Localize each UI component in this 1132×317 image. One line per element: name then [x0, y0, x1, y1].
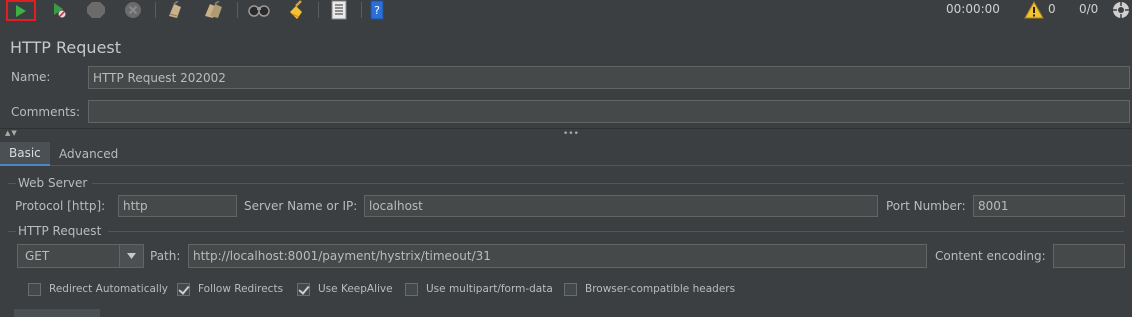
warning-indicator[interactable] — [1023, 0, 1045, 20]
use-keepalive-checkbox[interactable]: Use KeepAlive — [297, 282, 393, 296]
stop-icon — [87, 2, 105, 18]
comments-label: Comments: — [11, 105, 81, 119]
protocol-label: Protocol [http]: — [15, 199, 106, 213]
http-request-title: HTTP Request — [18, 224, 102, 238]
port-number-label: Port Number: — [886, 199, 966, 213]
checkbox-label: Follow Redirects — [198, 283, 284, 295]
checkbox-box[interactable] — [564, 282, 577, 296]
remote-button[interactable] — [1110, 0, 1132, 20]
search-button[interactable] — [247, 0, 271, 20]
clear-icon — [169, 1, 181, 18]
name-field[interactable]: HTTP Request 202002 — [88, 66, 1130, 89]
name-label: Name: — [11, 70, 51, 84]
function-helper-icon — [331, 0, 347, 20]
start-no-pauses-button[interactable] — [48, 0, 70, 20]
warning-icon — [1024, 1, 1044, 19]
checkbox-box[interactable] — [297, 282, 310, 296]
checkbox-box[interactable] — [177, 282, 190, 296]
start-button[interactable] — [6, 0, 36, 21]
toolbar-separator — [155, 2, 156, 18]
splitter[interactable]: ▲▼ ••• — [0, 128, 1132, 140]
reset-search-button[interactable] — [284, 0, 308, 20]
checkbox-box[interactable] — [405, 282, 418, 296]
path-field[interactable]: http://localhost:8001/payment/hystrix/ti… — [188, 244, 927, 268]
checkbox-label: Browser-compatible headers — [585, 283, 736, 295]
group-border — [92, 183, 1124, 184]
thread-count: 0/0 — [1079, 2, 1099, 16]
warning-count: 0 — [1048, 2, 1056, 16]
shutdown-icon — [125, 2, 141, 18]
elapsed-timer: 00:00:00 — [946, 2, 1000, 16]
toolbar-separator — [318, 2, 319, 18]
checkbox-label: Use multipart/form-data — [426, 283, 553, 295]
stop-button[interactable] — [84, 0, 108, 20]
server-name-field[interactable]: localhost — [364, 195, 878, 217]
clear-all-button[interactable] — [201, 0, 225, 20]
group-border — [8, 231, 16, 232]
page-title: HTTP Request — [10, 38, 122, 57]
method-value: GET — [25, 249, 50, 263]
reset-search-icon — [290, 0, 302, 19]
method-select[interactable]: GET — [17, 244, 144, 268]
group-border — [8, 183, 16, 184]
toolbar-separator — [361, 2, 362, 18]
comments-field[interactable] — [88, 100, 1130, 123]
redirect-automatically-checkbox[interactable]: Redirect Automatically — [28, 282, 168, 296]
tab-strip: Basic Advanced — [0, 142, 1132, 166]
content-encoding-label: Content encoding: — [935, 249, 1046, 263]
group-border — [108, 231, 1124, 232]
splitter-arrows-icon[interactable]: ▲▼ — [5, 129, 18, 137]
parameters-tab-partial[interactable] — [14, 309, 100, 317]
server-name-label: Server Name or IP: — [244, 199, 358, 213]
tab-basic[interactable]: Basic — [0, 142, 50, 166]
protocol-field[interactable]: http — [118, 195, 237, 217]
dropdown-arrow[interactable] — [119, 245, 143, 267]
start-icon — [16, 4, 26, 17]
help-button[interactable]: ? — [367, 0, 387, 20]
toolbar-separator — [237, 2, 238, 18]
tab-advanced[interactable]: Advanced — [50, 142, 127, 166]
use-multipart-checkbox[interactable]: Use multipart/form-data — [405, 282, 553, 296]
browser-compatible-headers-checkbox[interactable]: Browser-compatible headers — [564, 282, 735, 296]
start-no-pause-icon — [54, 3, 66, 18]
help-icon: ? — [370, 0, 384, 20]
follow-redirects-checkbox[interactable]: Follow Redirects — [177, 282, 283, 296]
web-server-title: Web Server — [18, 176, 88, 190]
remote-icon — [1113, 2, 1129, 18]
chevron-down-icon — [127, 253, 136, 259]
clear-button[interactable] — [164, 0, 186, 20]
shutdown-button[interactable] — [121, 0, 145, 20]
search-icon — [248, 5, 270, 17]
toolbar: ? 00:00:00 0 0/0 — [0, 0, 1132, 21]
checkbox-box[interactable] — [28, 282, 41, 296]
function-helper-button[interactable] — [327, 0, 351, 20]
splitter-grip-icon[interactable]: ••• — [563, 129, 579, 139]
path-label: Path: — [150, 249, 181, 263]
checkbox-label: Redirect Automatically — [49, 283, 168, 295]
clear-all-icon — [205, 1, 222, 18]
svg-text:?: ? — [374, 4, 380, 17]
port-number-field[interactable]: 8001 — [973, 195, 1125, 217]
checkbox-label: Use KeepAlive — [318, 283, 393, 295]
content-encoding-field[interactable] — [1053, 244, 1125, 268]
